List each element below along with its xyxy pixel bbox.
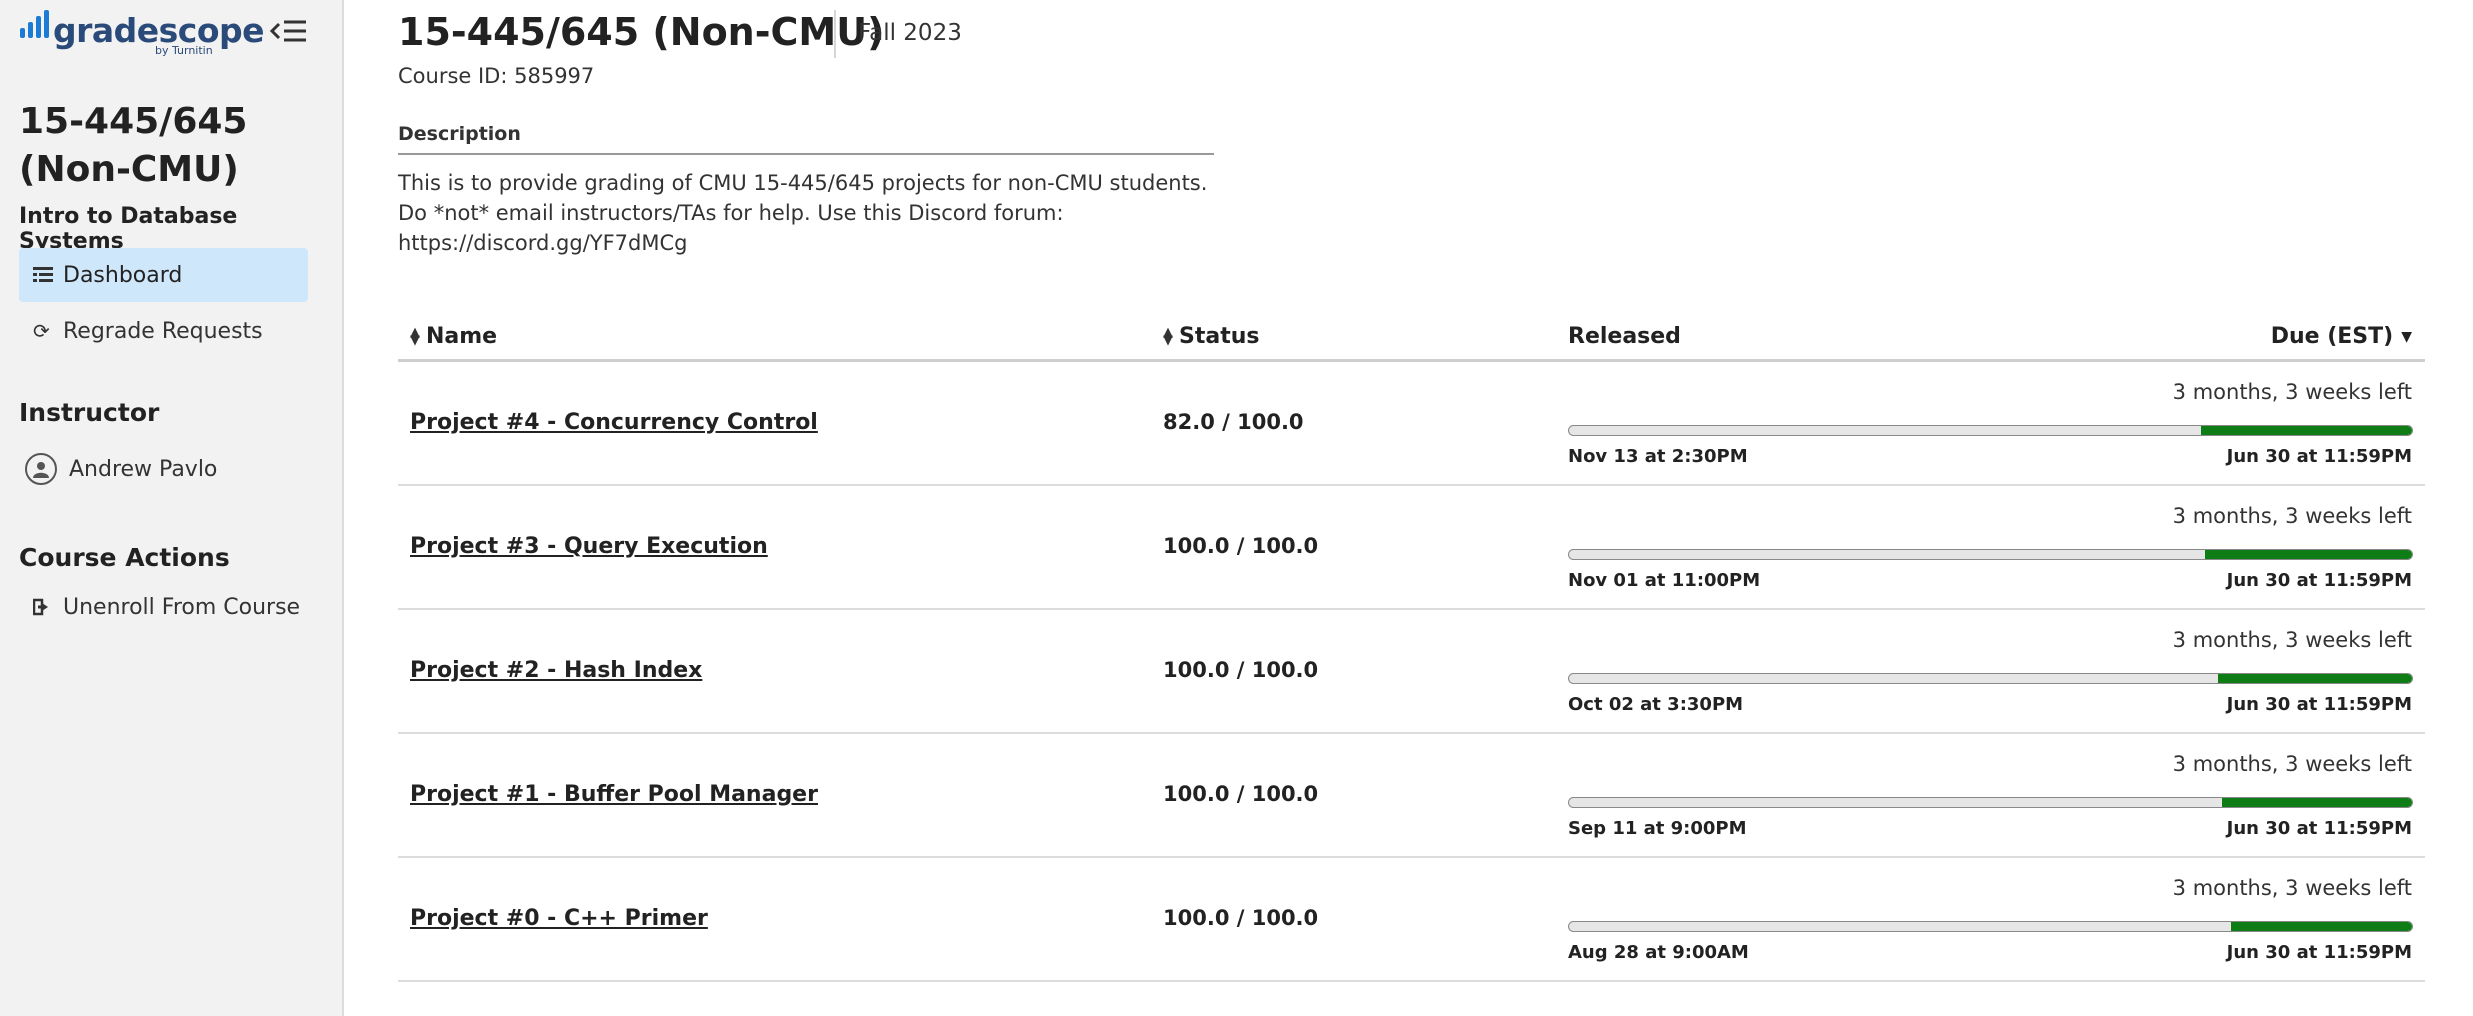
time-progress-bar — [1568, 673, 2413, 684]
due-date: Jun 30 at 11:59PM — [2226, 446, 2412, 467]
title-divider — [834, 10, 836, 58]
due-date: Jun 30 at 11:59PM — [2226, 694, 2412, 715]
table-row: Project #3 - Query Execution 100.0 / 100… — [398, 486, 2425, 610]
table-row: Project #1 - Buffer Pool Manager 100.0 /… — [398, 734, 2425, 858]
progress-fill — [2230, 922, 2412, 931]
description-body: This is to provide grading of CMU 15-445… — [398, 171, 1208, 255]
instructor-item: Andrew Pavlo — [19, 442, 308, 496]
assignment-score: 100.0 / 100.0 — [1163, 658, 1319, 682]
user-avatar-icon — [25, 453, 57, 485]
assignment-score: 100.0 / 100.0 — [1163, 782, 1319, 806]
instructor-heading: Instructor — [19, 398, 160, 427]
course-term: Fall 2023 — [858, 20, 962, 46]
sidebar: gradescope by Turnitin 15-445/645 (Non-C… — [0, 0, 344, 1016]
column-header-name[interactable]: ▲ ▼ Name — [410, 324, 497, 349]
course-actions-heading: Course Actions — [19, 543, 230, 572]
assignment-score: 82.0 / 100.0 — [1163, 410, 1304, 434]
time-left: 3 months, 3 weeks left — [2172, 752, 2412, 776]
column-header-released[interactable]: Released — [1568, 324, 1681, 349]
gradescope-logo[interactable]: gradescope — [20, 10, 265, 50]
column-header-label: Released — [1568, 324, 1681, 349]
unenroll-button[interactable]: Unenroll From Course — [19, 580, 308, 634]
sidebar-item-regrade-requests[interactable]: ⟳ Regrade Requests — [19, 304, 308, 358]
column-header-status[interactable]: ▲ ▼ Status — [1163, 324, 1259, 349]
table-row: Project #0 - C++ Primer 100.0 / 100.0 3 … — [398, 858, 2425, 982]
sidebar-course-title: 15-445/645 (Non-CMU) — [19, 101, 248, 190]
column-header-label: Due (EST) — [2270, 324, 2394, 349]
sidebar-course-subtitle: Intro to Database Systems — [19, 204, 238, 254]
course-id: Course ID: 585997 — [398, 64, 595, 88]
sort-icon: ▲ ▼ — [1163, 324, 1173, 348]
due-date: Jun 30 at 11:59PM — [2226, 818, 2412, 839]
column-header-label: Status — [1179, 324, 1260, 349]
unenroll-label: Unenroll From Course — [63, 594, 301, 620]
due-date: Jun 30 at 11:59PM — [2226, 570, 2412, 591]
refresh-icon: ⟳ — [33, 319, 50, 343]
logo-subtext: by Turnitin — [155, 44, 213, 57]
released-date: Oct 02 at 3:30PM — [1568, 694, 1744, 715]
sidebar-item-label: Regrade Requests — [63, 318, 263, 344]
released-date: Nov 13 at 2:30PM — [1568, 446, 1748, 467]
column-header-due[interactable]: Due (EST) ▼ — [2271, 324, 2412, 349]
sign-out-icon — [33, 598, 63, 616]
collapse-sidebar-icon[interactable] — [268, 14, 310, 48]
time-left: 3 months, 3 weeks left — [2172, 504, 2412, 528]
time-progress-bar — [1568, 425, 2413, 436]
table-row: Project #2 - Hash Index 100.0 / 100.0 3 … — [398, 610, 2425, 734]
table-row: Project #4 - Concurrency Control 82.0 / … — [398, 362, 2425, 486]
released-date: Sep 11 at 9:00PM — [1568, 818, 1747, 839]
sort-icon: ▲ ▼ — [410, 324, 420, 348]
dashboard-icon — [33, 266, 63, 284]
progress-fill — [2205, 550, 2412, 559]
due-date: Jun 30 at 11:59PM — [2226, 942, 2412, 963]
assignment-link[interactable]: Project #4 - Concurrency Control — [410, 410, 818, 435]
instructor-name: Andrew Pavlo — [69, 456, 218, 482]
progress-fill — [2218, 674, 2412, 683]
assignment-link[interactable]: Project #0 - C++ Primer — [410, 906, 708, 931]
progress-fill — [2222, 798, 2412, 807]
assignments-table: ▲ ▼ Name ▲ ▼ Status Released Due (EST) ▼ P… — [398, 318, 2425, 982]
sidebar-item-label: Dashboard — [63, 262, 183, 288]
time-progress-bar — [1568, 549, 2413, 560]
page-title: 15-445/645 (Non-CMU) — [398, 10, 885, 54]
assignment-link[interactable]: Project #1 - Buffer Pool Manager — [410, 782, 818, 807]
assignment-score: 100.0 / 100.0 — [1163, 906, 1319, 930]
table-header: ▲ ▼ Name ▲ ▼ Status Released Due (EST) ▼ — [398, 318, 2425, 362]
column-header-label: Name — [426, 324, 498, 349]
logo-bars-icon — [20, 10, 49, 50]
assignment-score: 100.0 / 100.0 — [1163, 534, 1319, 558]
time-left: 3 months, 3 weeks left — [2172, 380, 2412, 404]
released-date: Nov 01 at 11:00PM — [1568, 570, 1761, 591]
time-progress-bar — [1568, 797, 2413, 808]
description-heading: Description — [398, 123, 1214, 155]
progress-fill — [2201, 426, 2412, 435]
time-left: 3 months, 3 weeks left — [2172, 876, 2412, 900]
time-progress-bar — [1568, 921, 2413, 932]
time-left: 3 months, 3 weeks left — [2172, 628, 2412, 652]
assignment-link[interactable]: Project #2 - Hash Index — [410, 658, 702, 683]
released-date: Aug 28 at 9:00AM — [1568, 942, 1749, 963]
assignment-link[interactable]: Project #3 - Query Execution — [410, 534, 768, 559]
caret-down-icon: ▼ — [2401, 328, 2412, 345]
sidebar-item-dashboard[interactable]: Dashboard — [19, 248, 308, 302]
